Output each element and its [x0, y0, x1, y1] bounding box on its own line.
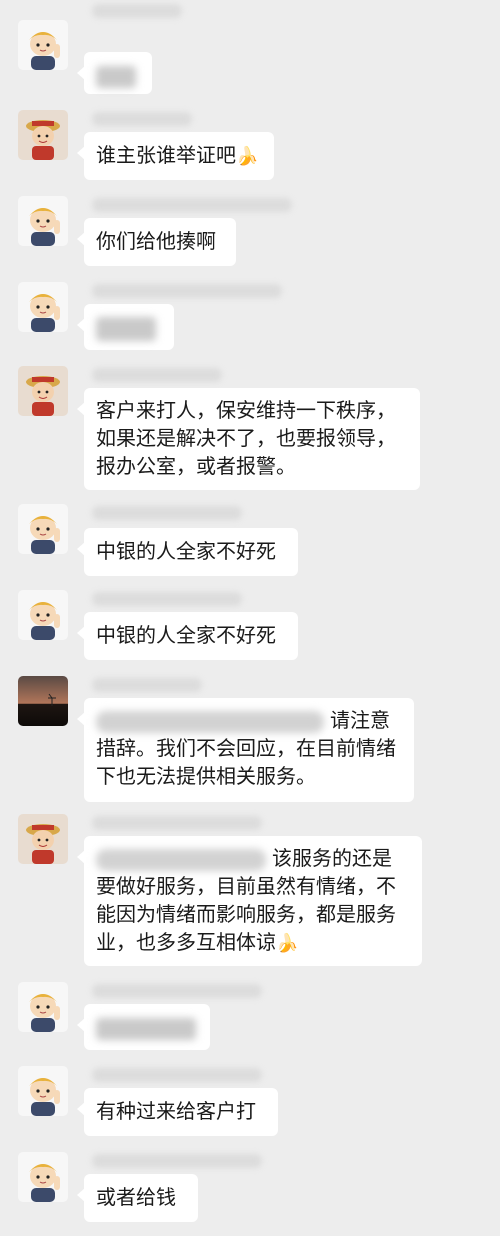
message-line-first: 请注意 [96, 706, 402, 734]
message-bubble[interactable]: 该服务的还是 要做好服务，目前虽然有情绪，不 能因为情绪而影响服务，都是服务 业… [77, 836, 422, 966]
pirate-icon[interactable] [18, 110, 68, 160]
cartoon-boy-icon[interactable] [18, 282, 68, 332]
redacted-mention [96, 848, 266, 871]
message-bubble[interactable] [77, 304, 174, 350]
sender-name-redacted [92, 506, 242, 520]
sender-name-redacted [92, 284, 282, 298]
sender-name-redacted [92, 112, 192, 126]
sender-name-redacted [92, 368, 222, 382]
message-line-first: 该服务的还是 [96, 844, 410, 872]
pirate-icon[interactable] [18, 814, 68, 864]
message-bubble[interactable]: 客户来打人，保安维持一下秩序， 如果还是解决不了，也要报领导， 报办公室，或者报… [77, 388, 420, 490]
message-bubble[interactable]: 中银的人全家不好死 [77, 612, 298, 660]
cartoon-boy-icon[interactable] [18, 1152, 68, 1202]
message-bubble[interactable]: 你们给他揍啊 [77, 218, 236, 266]
message-line: 措辞。我们不会回应，在目前情绪 [96, 736, 396, 760]
message-line-last: 业，也多多互相体谅🍌 [96, 928, 410, 958]
sender-name-redacted [92, 678, 202, 692]
message-text: 中银的人全家不好死 [96, 539, 276, 563]
cartoon-boy-icon[interactable] [18, 590, 68, 640]
pirate-icon[interactable] [18, 366, 68, 416]
message-line: 如果还是解决不了，也要报领导， [96, 426, 396, 450]
sender-name-redacted [92, 198, 292, 212]
message-bubble[interactable]: 中银的人全家不好死 [77, 528, 298, 576]
cartoon-boy-icon[interactable] [18, 1066, 68, 1116]
message-bubble[interactable]: 请注意 措辞。我们不会回应，在目前情绪 下也无法提供相关服务。 [77, 698, 414, 802]
sender-name-redacted [92, 1154, 262, 1168]
message-text: 有种过来给客户打 [96, 1099, 256, 1123]
sunset-icon[interactable] [18, 676, 68, 726]
message-line: 要做好服务，目前虽然有情绪，不 [96, 874, 396, 898]
redacted-content [96, 65, 136, 88]
sender-name-redacted [92, 984, 262, 998]
message-line: 报办公室，或者报警。 [96, 454, 296, 478]
message-bubble[interactable]: 谁主张谁举证吧🍌 [77, 132, 274, 180]
message-line: 客户来打人，保安维持一下秩序， [96, 398, 396, 422]
redacted-mention [96, 710, 324, 733]
sender-name-redacted [92, 816, 262, 830]
message-line: 该服务的还是 [272, 846, 392, 870]
message-text: 中银的人全家不好死 [96, 623, 276, 647]
cartoon-boy-icon[interactable] [18, 20, 68, 70]
message-bubble[interactable] [77, 1004, 210, 1050]
message-text: 谁主张谁举证吧 [96, 143, 236, 167]
cartoon-boy-icon[interactable] [18, 982, 68, 1032]
message-text: 或者给钱 [96, 1185, 176, 1209]
message-line: 请注意 [330, 708, 390, 732]
sender-name-redacted [92, 592, 242, 606]
redacted-content [96, 1017, 196, 1040]
message-line: 能因为情绪而影响服务，都是服务 [96, 902, 396, 926]
banana-icon: 🍌 [236, 146, 259, 167]
redacted-content [96, 316, 156, 341]
cartoon-boy-icon[interactable] [18, 196, 68, 246]
cartoon-boy-icon[interactable] [18, 504, 68, 554]
message-line: 下也无法提供相关服务。 [96, 764, 316, 788]
banana-icon: 🍌 [276, 933, 299, 954]
message-bubble[interactable] [77, 52, 152, 94]
message-line: 业，也多多互相体谅 [96, 930, 276, 954]
message-bubble[interactable]: 有种过来给客户打 [77, 1088, 278, 1136]
sender-name-redacted [92, 4, 182, 18]
message-bubble[interactable]: 或者给钱 [77, 1174, 198, 1222]
message-text: 你们给他揍啊 [96, 229, 216, 253]
sender-name-redacted [92, 1068, 262, 1082]
